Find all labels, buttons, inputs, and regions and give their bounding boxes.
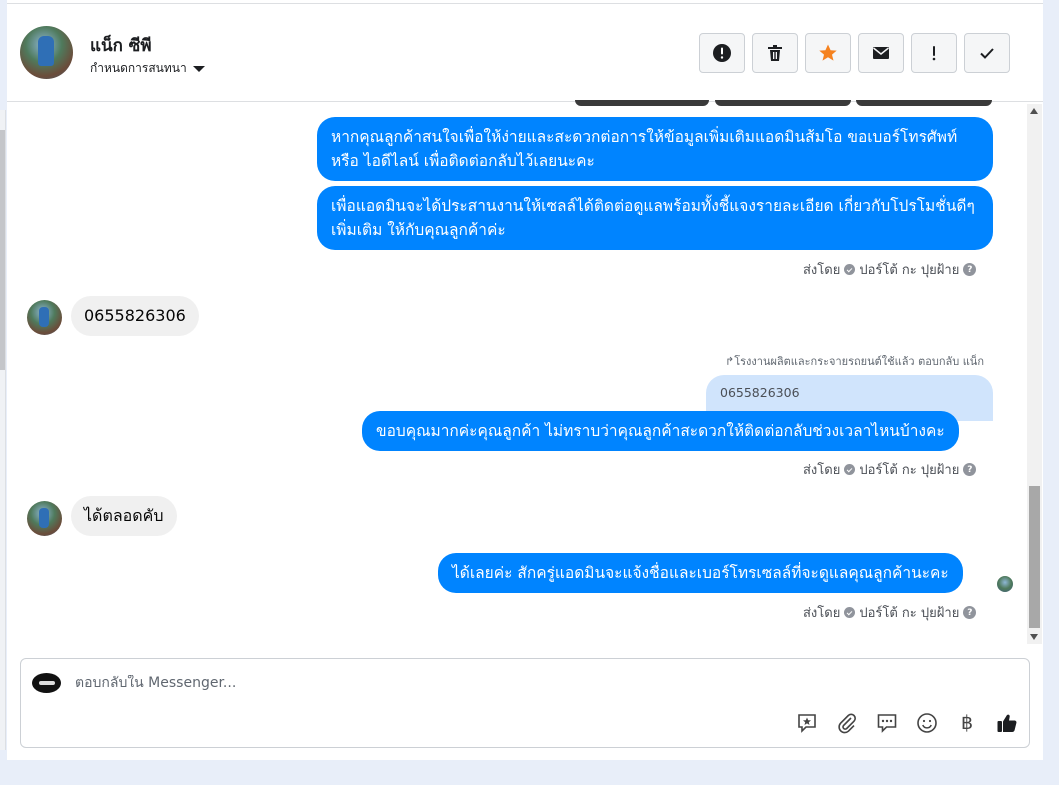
emoji-button[interactable]	[915, 711, 939, 735]
important-button[interactable]	[911, 33, 957, 73]
trash-icon	[768, 45, 782, 61]
outgoing-message[interactable]: ขอบคุณมากค่ะคุณลูกค้า ไม่ทราบว่าคุณลูกค้…	[362, 411, 959, 451]
conversation-header: แน็ก ซีพี กำหนดการสนทนา	[7, 4, 1043, 102]
sent-by-label: ส่งโดย	[803, 606, 841, 621]
contact-avatar[interactable]	[20, 26, 73, 79]
mark-unread-button[interactable]	[858, 33, 904, 73]
exclamation-circle-icon	[713, 44, 731, 62]
quick-reply-button[interactable]	[875, 711, 899, 735]
left-scroll-thumb[interactable]	[0, 130, 5, 370]
checkmark-icon	[980, 48, 994, 59]
outgoing-message[interactable]: หากคุณลูกค้าสนใจเพื่อให้ง่ายและสะดวกต่อก…	[317, 117, 993, 181]
incoming-message[interactable]: ได้ตลอดคับ	[71, 496, 177, 536]
scroll-down-arrow[interactable]	[1030, 634, 1038, 640]
contact-avatar-small[interactable]	[27, 501, 62, 536]
contact-name[interactable]: แน็ก ซีพี	[90, 32, 152, 59]
scroll-thumb[interactable]	[1029, 486, 1040, 628]
incoming-message[interactable]: 0655826306	[71, 296, 199, 336]
sent-by-row: ส่งโดย ปอร์โต้ กะ ปุยฝ้าย ?	[803, 459, 977, 480]
sender-name[interactable]: ปอร์โต้ กะ ปุยฝ้าย	[859, 259, 959, 280]
page-logo-icon	[32, 673, 61, 693]
attach-button[interactable]	[835, 711, 859, 735]
verified-icon	[844, 607, 856, 618]
emoji-icon	[917, 713, 937, 733]
sent-by-row: ส่งโดย ปอร์โต้ กะ ปุยฝ้าย ?	[803, 259, 977, 280]
exclamation-icon	[932, 46, 936, 61]
envelope-icon	[873, 47, 889, 59]
saved-reply-icon	[798, 714, 816, 733]
image-thumbnail[interactable]	[715, 100, 851, 106]
thumbs-up-icon	[997, 714, 1017, 732]
sent-by-row: ส่งโดย ปอร์โต้ กะ ปุยฝ้าย ?	[803, 602, 977, 623]
composer-tools: ฿	[795, 711, 1019, 735]
saved-reply-button[interactable]	[795, 711, 819, 735]
caret-down-icon	[192, 65, 205, 72]
like-button[interactable]	[995, 711, 1019, 735]
help-icon[interactable]: ?	[963, 463, 977, 476]
verified-icon	[844, 464, 856, 475]
sent-by-label: ส่งโดย	[803, 263, 841, 278]
attachment-icon	[838, 713, 856, 734]
image-thumbnail[interactable]	[575, 100, 709, 106]
sent-by-label: ส่งโดย	[803, 463, 841, 478]
reply-context: ↱โรงงานผลิตและกระจายรถยนต์ใช้แล้ว ตอบกลั…	[725, 352, 984, 370]
reply-composer: ฿	[20, 658, 1030, 748]
help-icon[interactable]: ?	[963, 606, 977, 619]
message-scrollbar[interactable]	[1027, 104, 1042, 644]
left-scroll-strip[interactable]	[0, 110, 6, 750]
report-button[interactable]	[699, 33, 745, 73]
reply-context-text: โรงงานผลิตและกระจายรถยนต์ใช้แล้ว ตอบกลับ…	[734, 355, 984, 368]
help-icon[interactable]: ?	[963, 263, 977, 276]
star-button[interactable]	[805, 33, 851, 73]
sender-name[interactable]: ปอร์โต้ กะ ปุยฝ้าย	[859, 459, 959, 480]
sender-name[interactable]: ปอร์โต้ กะ ปุยฝ้าย	[859, 602, 959, 623]
action-toolbar	[699, 33, 1010, 73]
payment-button[interactable]: ฿	[955, 711, 979, 735]
seen-indicator-avatar	[997, 576, 1013, 592]
outgoing-message[interactable]: ได้เลยค่ะ สักครู่แอดมินจะแจ้งชื่อและเบอร…	[438, 553, 963, 593]
reply-input[interactable]	[75, 675, 975, 691]
chat-bubble-icon	[877, 714, 897, 733]
baht-icon: ฿	[960, 712, 974, 734]
scroll-up-arrow[interactable]	[1030, 108, 1038, 114]
reply-arrow-icon: ↱	[725, 355, 735, 368]
outgoing-message[interactable]: เพื่อแอดมินจะได้ประสานงานให้เซลล์ได้ติดต…	[317, 186, 993, 250]
contact-avatar-small[interactable]	[27, 300, 62, 335]
star-icon	[819, 44, 837, 61]
image-thumbnail[interactable]	[856, 100, 992, 106]
done-button[interactable]	[964, 33, 1010, 73]
verified-icon	[844, 264, 856, 275]
delete-button[interactable]	[752, 33, 798, 73]
schedule-dropdown[interactable]: กำหนดการสนทนา	[90, 59, 205, 78]
schedule-label: กำหนดการสนทนา	[90, 61, 187, 75]
conversation-panel: แน็ก ซีพี กำหนดการสนทนา หากคุณลูกค้าสนใจ…	[7, 0, 1043, 760]
